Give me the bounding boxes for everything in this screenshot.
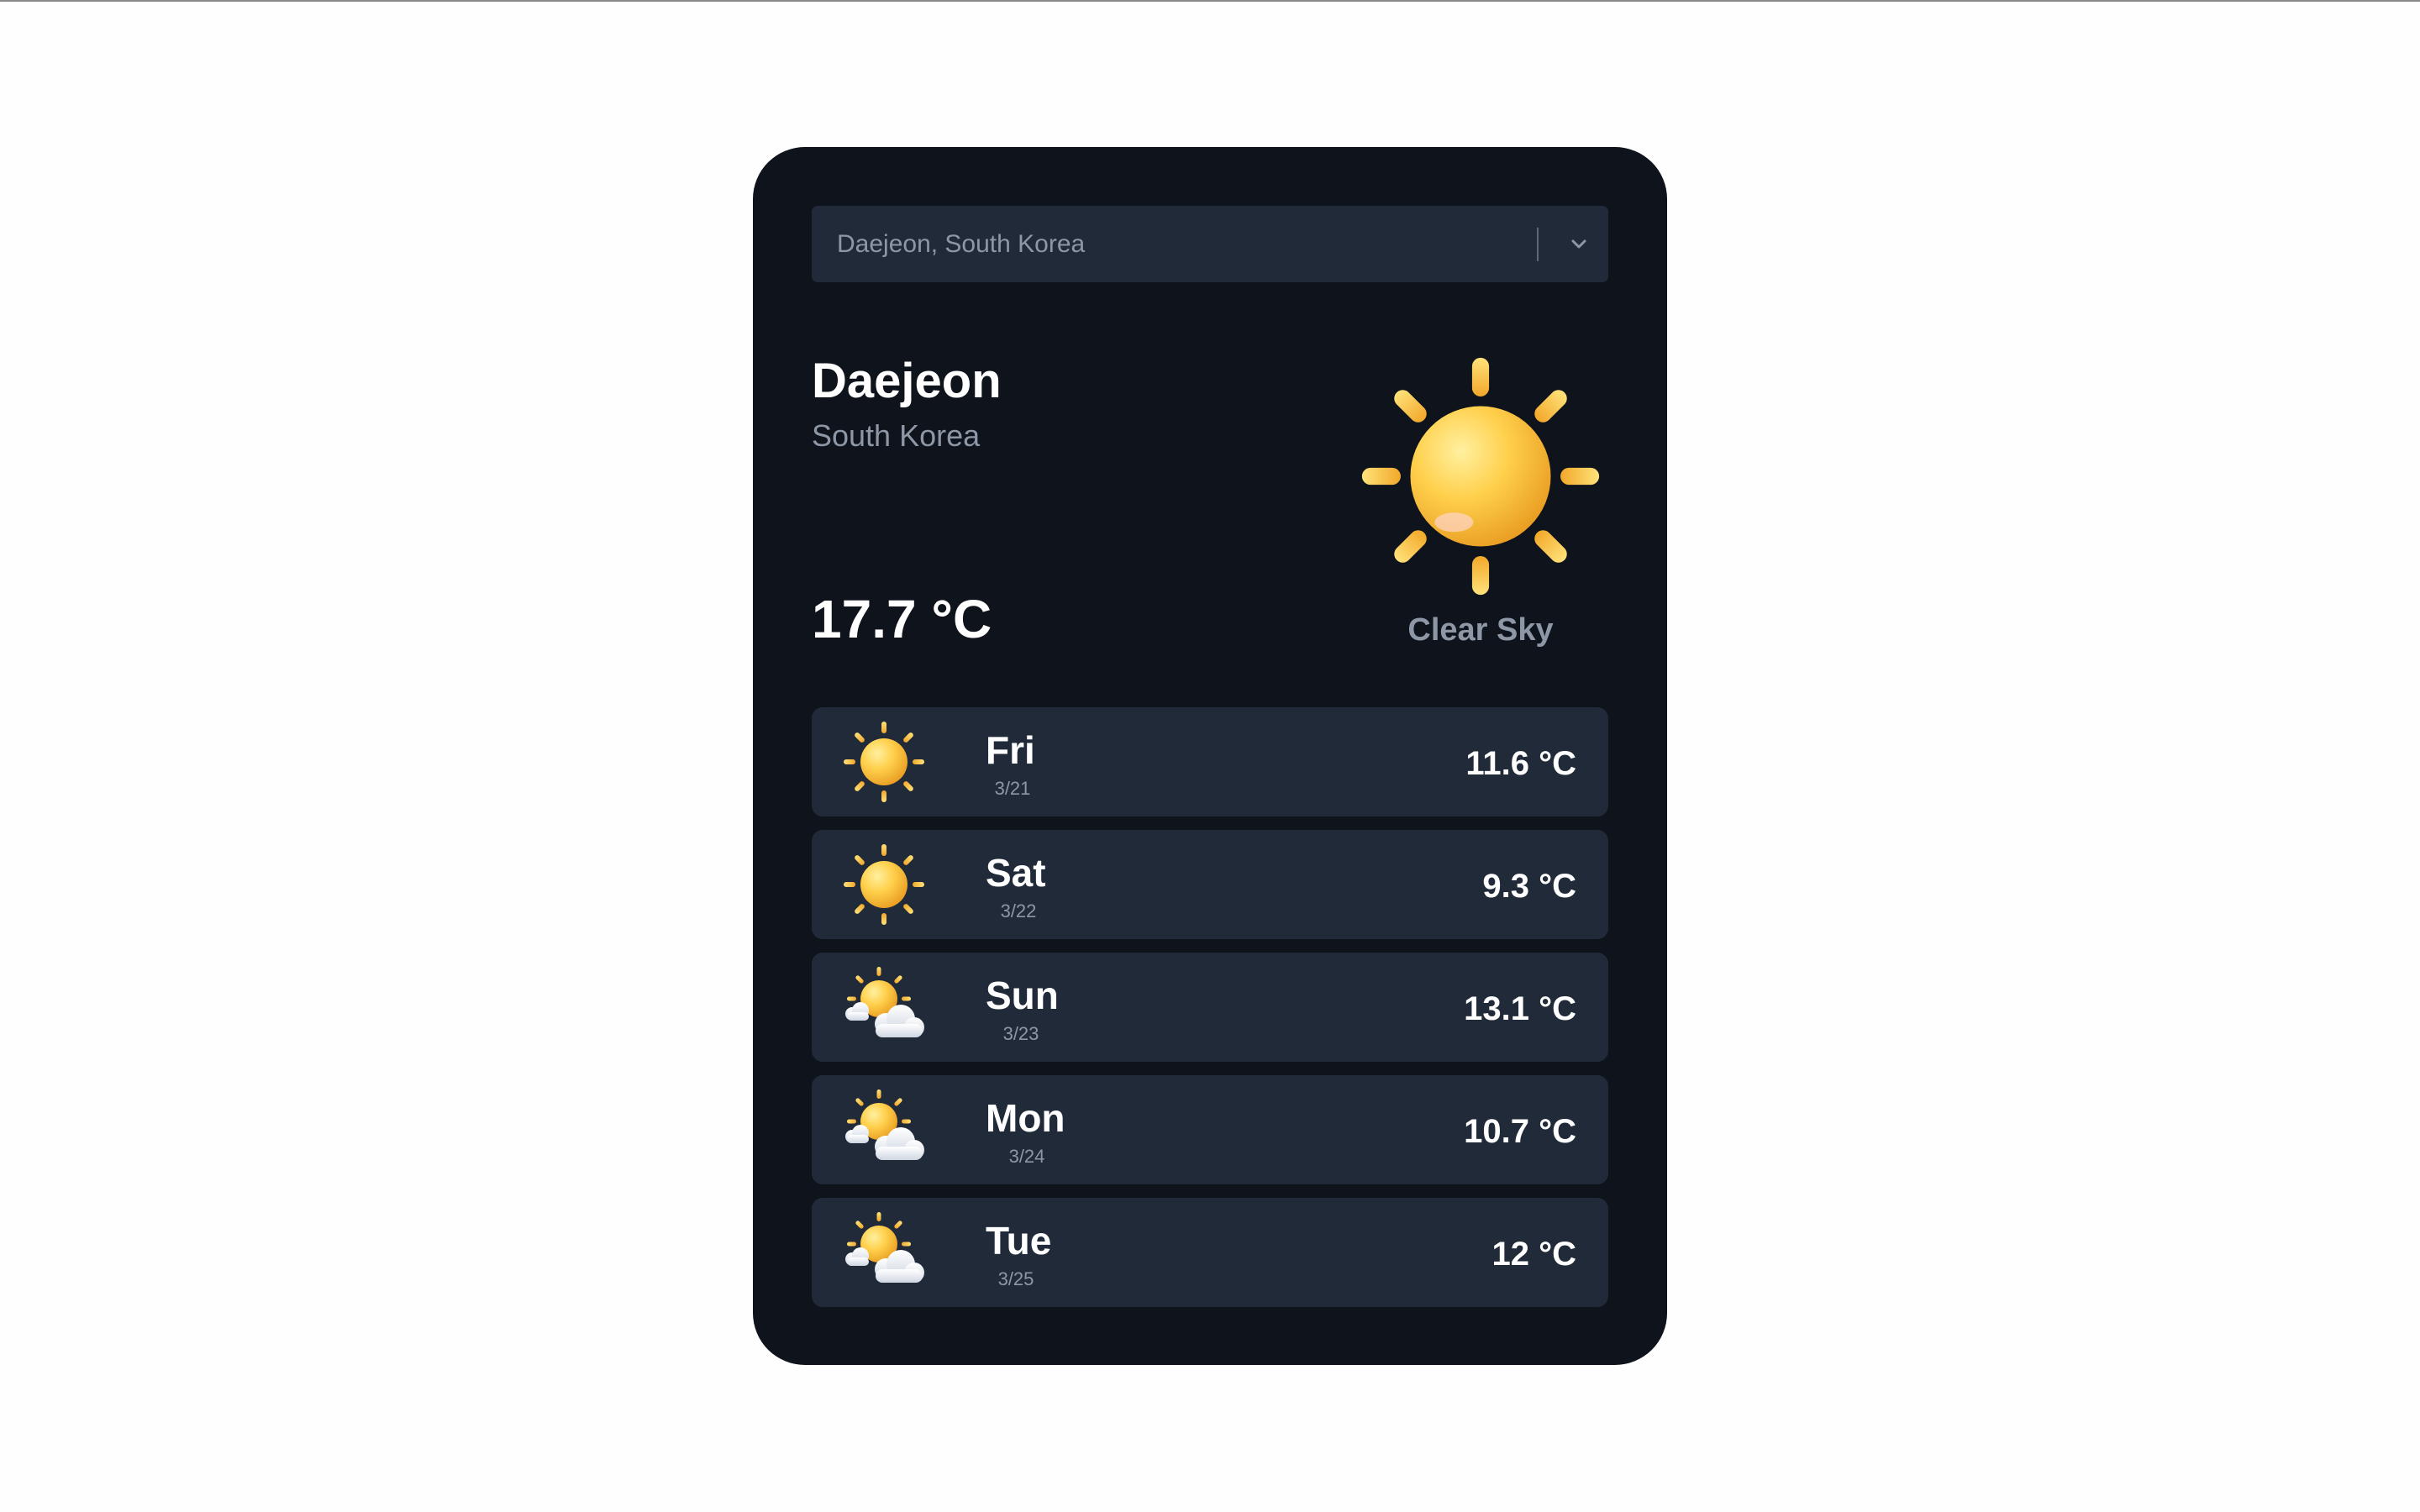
location-select-value: Daejeon, South Korea — [837, 230, 1086, 258]
forecast-temperature: 13.1 °C — [1464, 990, 1576, 1027]
location-select[interactable]: Daejeon, South Korea — [812, 206, 1608, 282]
forecast-date: 3/21 — [994, 778, 1031, 799]
current-country: South Korea — [812, 418, 981, 453]
forecast-day: Sun — [986, 974, 1059, 1017]
weather-card: Daejeon, South Korea Daejeon South Korea… — [753, 147, 1667, 1365]
forecast-list: Fri 3/21 11.6 °C Sat 3/22 9.3 °C Sun 3/2… — [812, 707, 1608, 1320]
forecast-temperature: 9.3 °C — [1482, 868, 1576, 905]
top-divider — [0, 0, 2420, 2]
forecast-row-tue: Tue 3/25 12 °C — [812, 1198, 1608, 1307]
forecast-date: 3/24 — [1008, 1146, 1045, 1167]
forecast-temperature: 10.7 °C — [1464, 1113, 1576, 1150]
forecast-temperature: 12 °C — [1491, 1236, 1577, 1273]
forecast-row-mon: Mon 3/24 10.7 °C — [812, 1075, 1608, 1184]
partly-cloudy-icon — [845, 967, 924, 1037]
sun-icon — [1361, 357, 1600, 596]
partly-cloudy-icon — [845, 1089, 924, 1160]
forecast-day: Sat — [986, 851, 1046, 895]
select-separator — [1537, 228, 1539, 261]
current-condition: Clear Sky — [1407, 612, 1554, 648]
forecast-row-sat: Sat 3/22 9.3 °C — [812, 830, 1608, 939]
forecast-day: Tue — [986, 1219, 1052, 1263]
forecast-date: 3/22 — [1000, 900, 1037, 921]
sun-icon — [844, 844, 924, 925]
forecast-date: 3/25 — [997, 1268, 1034, 1289]
current-city: Daejeon — [812, 354, 1002, 408]
sun-icon — [844, 722, 924, 802]
partly-cloudy-icon — [845, 1212, 924, 1283]
current-temperature: 17.7 °C — [812, 589, 992, 649]
forecast-row-fri: Fri 3/21 11.6 °C — [812, 707, 1608, 816]
forecast-day: Mon — [986, 1096, 1065, 1140]
chevron-down-icon[interactable] — [1566, 232, 1591, 257]
forecast-temperature: 11.6 °C — [1465, 745, 1576, 782]
forecast-row-sun: Sun 3/23 13.1 °C — [812, 953, 1608, 1062]
forecast-day: Fri — [986, 728, 1035, 772]
forecast-date: 3/23 — [1002, 1023, 1039, 1044]
